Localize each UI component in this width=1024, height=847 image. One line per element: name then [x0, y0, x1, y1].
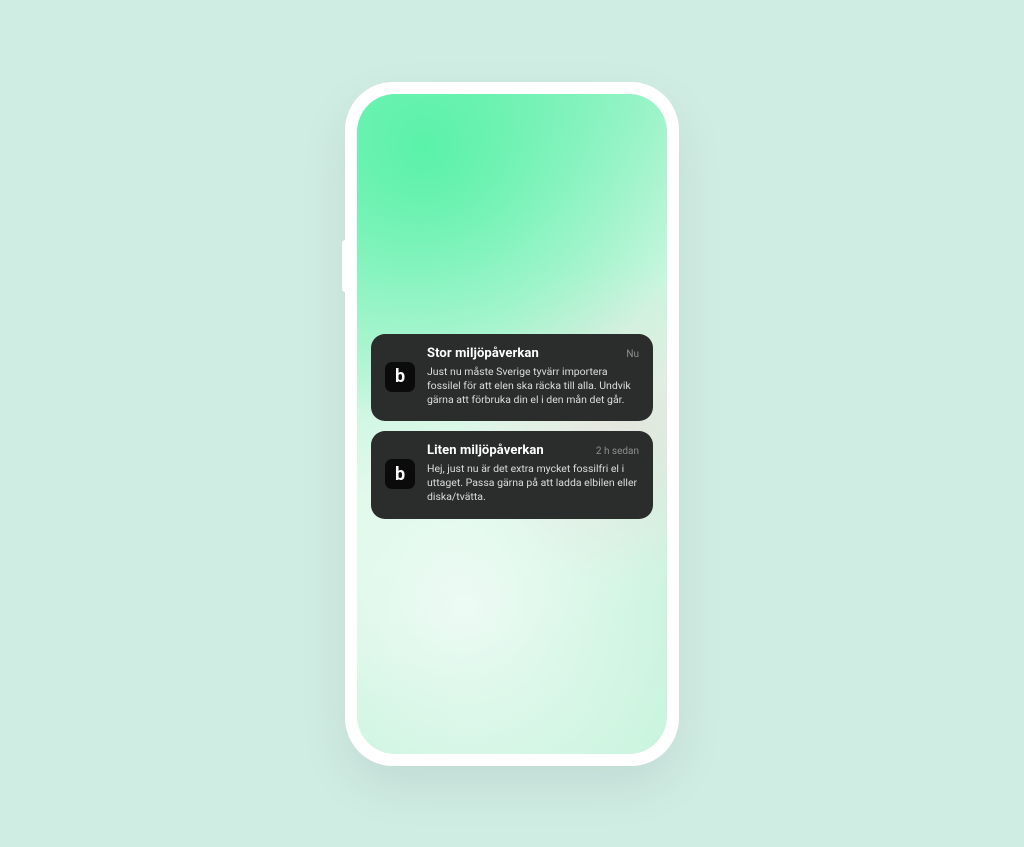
notification-title: Stor miljöpåverkan: [427, 346, 539, 361]
lock-screen: b Stor miljöpåverkan Nu Just nu måste Sv…: [357, 94, 667, 754]
app-icon-letter: b: [395, 464, 405, 485]
notification-header: Liten miljöpåverkan 2 h sedan: [427, 443, 639, 458]
notification-content: Stor miljöpåverkan Nu Just nu måste Sver…: [427, 346, 639, 408]
notification-header: Stor miljöpåverkan Nu: [427, 346, 639, 361]
notification-title: Liten miljöpåverkan: [427, 443, 544, 458]
notification-card[interactable]: b Liten miljöpåverkan 2 h sedan Hej, jus…: [371, 431, 653, 519]
notification-content: Liten miljöpåverkan 2 h sedan Hej, just …: [427, 443, 639, 505]
app-icon: b: [385, 459, 415, 489]
notification-card[interactable]: b Stor miljöpåverkan Nu Just nu måste Sv…: [371, 334, 653, 422]
notification-time: Nu: [626, 349, 639, 360]
notification-body: Just nu måste Sverige tyvärr importera f…: [427, 365, 639, 408]
phone-frame: b Stor miljöpåverkan Nu Just nu måste Sv…: [345, 82, 679, 766]
notification-time: 2 h sedan: [596, 446, 639, 457]
app-icon: b: [385, 362, 415, 392]
notification-body: Hej, just nu är det extra mycket fossilf…: [427, 462, 639, 505]
app-icon-letter: b: [395, 366, 405, 387]
